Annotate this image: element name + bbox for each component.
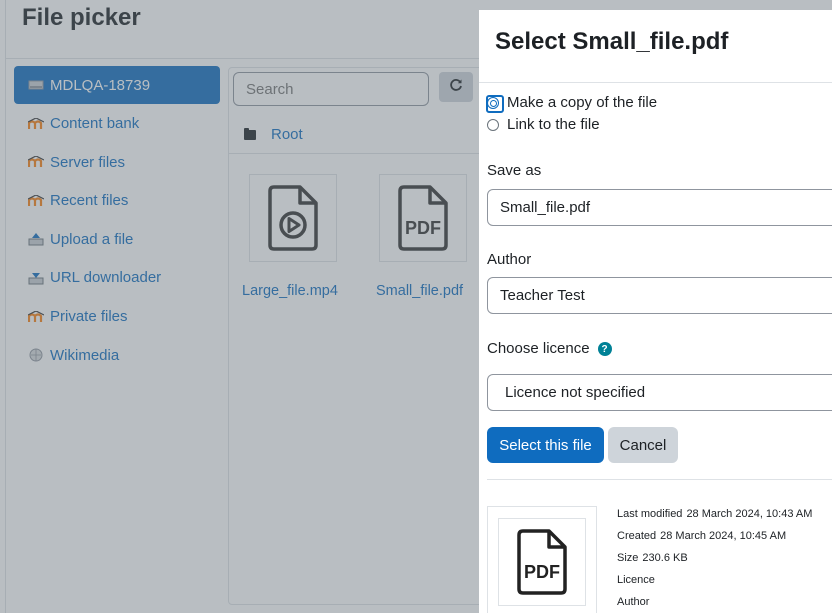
meta-created-label: Created [617,530,657,542]
save-as-field[interactable]: Small_file.pdf [487,189,832,226]
pdf-icon-text: PDF [524,562,560,582]
help-icon[interactable]: ? [597,342,612,357]
file-preview-thumb: PDF [498,518,586,606]
copy-radio[interactable] [486,94,504,113]
licence-label-row: Choose licence? [487,340,612,357]
focus-ring [486,94,504,113]
save-as-value: Small_file.pdf [500,199,591,216]
dialog-title: Select Small_file.pdf [495,28,729,55]
meta-licence-label: Licence [617,574,655,586]
option-link-label: Link to the file [507,116,600,133]
select-file-dialog: Select Small_file.pdf Make a copy of the… [479,10,832,613]
meta-licence: Licence [617,574,659,586]
meta-modified-label: Last modified [617,508,683,520]
link-radio[interactable] [487,118,499,131]
pdf-file-icon: PDF [517,529,567,595]
author-label: Author [487,251,532,268]
licence-label: Choose licence [487,340,590,357]
option-copy-label: Make a copy of the file [507,94,658,111]
licence-value: Licence not specified [505,384,646,401]
save-as-label: Save as [487,162,542,179]
dialog-header-divider [479,82,832,83]
licence-select[interactable]: Licence not specified [487,374,832,411]
meta-author-label: Author [617,596,650,608]
author-value: Teacher Test [500,287,585,304]
cancel-button[interactable]: Cancel [608,427,678,463]
author-field[interactable]: Teacher Test [487,277,832,314]
meta-modified-value: 28 March 2024, 10:43 AM [686,508,813,520]
meta-author: Author [617,596,653,608]
meta-created: Created 28 March 2024, 10:45 AM [617,530,786,542]
option-copy[interactable]: Make a copy of the file [486,94,658,113]
option-link[interactable]: Link to the file [487,116,600,133]
meta-size-value: 230.6 KB [642,552,688,564]
select-this-file-button[interactable]: Select this file [487,427,604,463]
meta-created-value: 28 March 2024, 10:45 AM [660,530,787,542]
meta-modified: Last modified 28 March 2024, 10:43 AM [617,508,812,520]
meta-size-label: Size [617,552,639,564]
meta-size: Size 230.6 KB [617,552,688,564]
dialog-divider [487,479,832,480]
